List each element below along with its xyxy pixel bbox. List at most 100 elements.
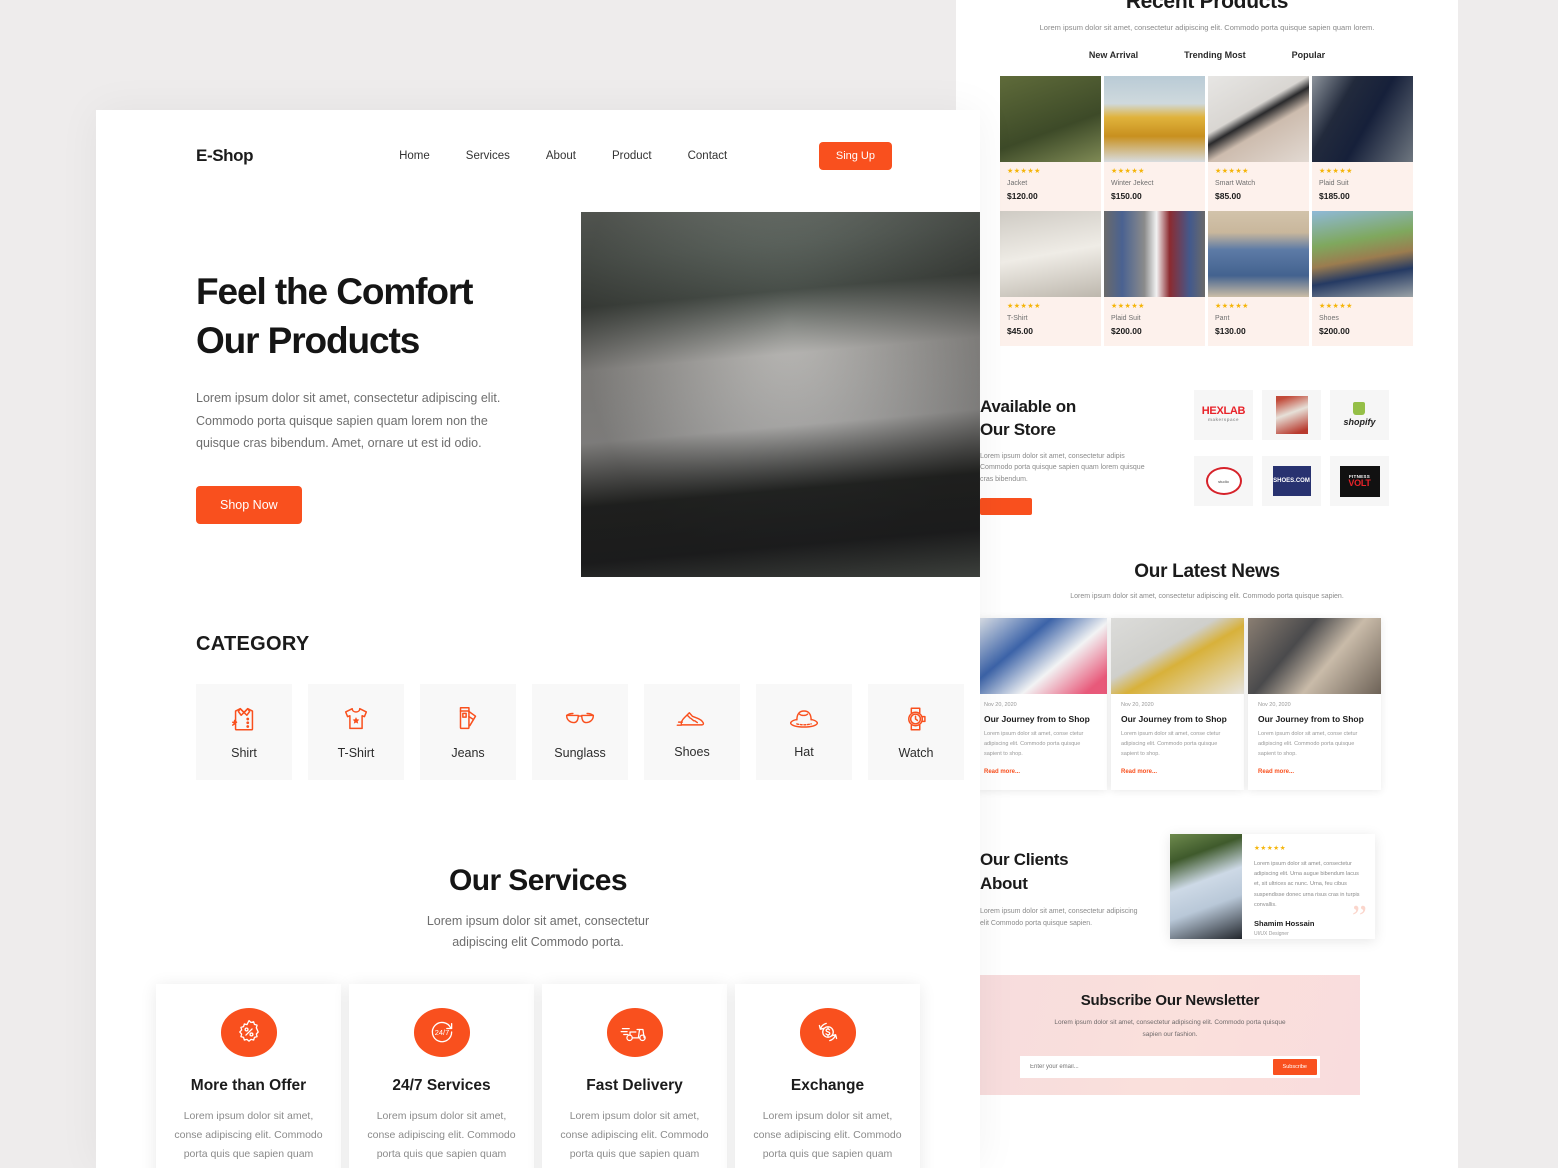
category-item-shirt[interactable]: Shirt: [196, 684, 292, 780]
product-price: $200.00: [1111, 325, 1142, 336]
product-image: [1000, 210, 1101, 297]
product-card[interactable]: ★★★★★ Winter Jekect $150.00: [1104, 75, 1205, 211]
category-label: Jeans: [451, 746, 485, 760]
service-card[interactable]: More than Offer Lorem ipsum dolor sit am…: [156, 984, 341, 1168]
brand-logo-shoes-com[interactable]: SHOES.COM: [1262, 456, 1321, 507]
testimonial-stars: ★★★★★: [1254, 845, 1287, 853]
product-image: [1208, 75, 1309, 162]
watch-icon: [901, 704, 931, 734]
product-name: T-Shirt: [1007, 314, 1028, 322]
nav-link-contact[interactable]: Contact: [688, 150, 728, 162]
service-text: Lorem ipsum dolor sit amet, conse adipis…: [367, 1109, 516, 1168]
nav-link-product[interactable]: Product: [612, 150, 652, 162]
service-title: 24/7 Services: [392, 1076, 491, 1094]
store-description: Lorem ipsum dolor sit amet, consectetur …: [980, 452, 1145, 484]
money-exchange-icon: [799, 1008, 856, 1057]
right-page-panel: Recent Products Lorem ipsum dolor sit am…: [956, 0, 1458, 1168]
product-price: $200.00: [1319, 325, 1350, 336]
rating-stars: ★★★★★: [1319, 302, 1353, 310]
news-card[interactable]: Nov 20, 2020 Our Journey from to Shop Lo…: [974, 618, 1107, 791]
store-title: Available on Our Store: [980, 396, 1190, 442]
store-logo-grid: HEXLAB makerspace shopify studio SHOES.C…: [1194, 389, 1389, 516]
rating-stars: ★★★★★: [1215, 302, 1249, 310]
product-image: [1104, 75, 1205, 162]
category-item-watch[interactable]: Watch: [868, 684, 964, 780]
nav-link-home[interactable]: Home: [399, 150, 430, 162]
brand-logo-shopify[interactable]: shopify: [1330, 389, 1389, 440]
category-item-jeans[interactable]: Jeans: [420, 684, 516, 780]
news-date: Nov 20, 2020: [1258, 702, 1291, 709]
quote-mark-icon: ”: [1351, 899, 1367, 937]
studio-badge-icon: studio: [1205, 467, 1242, 496]
service-card[interactable]: 24/7 24/7 Services Lorem ipsum dolor sit…: [349, 984, 534, 1168]
product-name: Plaid Suit: [1319, 179, 1349, 187]
shopify-name: shopify: [1343, 417, 1376, 428]
product-card[interactable]: ★★★★★ Jacket $120.00: [1000, 75, 1101, 211]
news-read-more-link[interactable]: Read more...: [1121, 769, 1157, 775]
product-card[interactable]: ★★★★★ Pant $130.00: [1208, 210, 1309, 346]
brand-logo-magazine[interactable]: [1262, 389, 1321, 440]
tab-popular[interactable]: Popular: [1292, 50, 1326, 60]
hexlab-tagline: makerspace: [1207, 417, 1240, 423]
nav-link-about[interactable]: About: [546, 150, 576, 162]
newsletter-email-input[interactable]: [1030, 1063, 1273, 1070]
product-image: [1104, 210, 1205, 297]
brand-logo-hexlab[interactable]: HEXLAB makerspace: [1194, 389, 1253, 440]
news-read-more-link[interactable]: Read more...: [984, 769, 1020, 775]
site-logo[interactable]: E-Shop: [196, 146, 253, 166]
service-card[interactable]: Exchange Lorem ipsum dolor sit amet, con…: [735, 984, 920, 1168]
product-image: [1000, 75, 1101, 162]
category-label: Shoes: [674, 745, 710, 759]
newsletter-subscribe-button[interactable]: Subscribe: [1272, 1058, 1317, 1075]
sign-up-button[interactable]: Sing Up: [818, 142, 892, 170]
hero-section: Feel the Comfort Our Products Lorem ipsu…: [96, 170, 980, 577]
store-title-line1: Available on: [980, 396, 1076, 416]
shop-now-button[interactable]: Shop Now: [196, 486, 302, 525]
product-price: $130.00: [1215, 325, 1246, 336]
product-card[interactable]: ★★★★★ Shoes $200.00: [1312, 210, 1413, 346]
discount-badge-icon: [220, 1008, 277, 1057]
product-card[interactable]: ★★★★★ T-Shirt $45.00: [1000, 210, 1101, 346]
testimonial-avatar: [1170, 834, 1242, 940]
store-cta-button[interactable]: [980, 498, 1032, 516]
news-excerpt: Lorem ipsum dolor sit amet, conse ctetur…: [1121, 731, 1221, 758]
services-heading: Our Services: [449, 864, 628, 897]
design-mockup-canvas: Recent Products Lorem ipsum dolor sit am…: [0, 0, 1558, 1168]
rating-stars: ★★★★★: [1007, 302, 1041, 310]
category-item-shoes[interactable]: Shoes: [644, 684, 740, 780]
recent-products-heading: Recent Products: [1125, 0, 1289, 13]
latest-news-subheading: Lorem ipsum dolor sit amet, consectetur …: [1070, 593, 1344, 601]
news-card[interactable]: Nov 20, 2020 Our Journey from to Shop Lo…: [1248, 618, 1381, 791]
store-title-line2: Our Store: [980, 419, 1056, 439]
tab-new-arrival[interactable]: New Arrival: [1089, 50, 1138, 60]
clock-24-7-icon: 24/7: [413, 1008, 470, 1057]
product-name: Smart Watch: [1215, 179, 1256, 187]
category-item-tshirt[interactable]: T-Shirt: [308, 684, 404, 780]
testimonial-heading-line1: Our Clients: [980, 850, 1069, 870]
news-image: [1248, 618, 1381, 695]
brand-logo-fitness-volt[interactable]: FITNESS VOLT: [1330, 456, 1389, 507]
service-card[interactable]: Fast Delivery Lorem ipsum dolor sit amet…: [542, 984, 727, 1168]
tab-trending-most[interactable]: Trending Most: [1184, 50, 1246, 60]
category-label: Shirt: [231, 746, 257, 760]
service-title: Fast Delivery: [586, 1076, 683, 1094]
left-page-panel: E-Shop Home Services About Product Conta…: [96, 110, 980, 1168]
product-card[interactable]: ★★★★★ Plaid Suit $185.00: [1312, 75, 1413, 211]
news-excerpt: Lorem ipsum dolor sit amet, conse ctetur…: [984, 731, 1084, 758]
product-grid: ★★★★★ Jacket $120.00 ★★★★★ Winter Jekect…: [956, 75, 1458, 346]
nav-link-services[interactable]: Services: [466, 150, 510, 162]
news-card[interactable]: Nov 20, 2020 Our Journey from to Shop Lo…: [1111, 618, 1244, 791]
category-label: Sunglass: [554, 746, 606, 760]
product-card[interactable]: ★★★★★ Plaid Suit $200.00: [1104, 210, 1205, 346]
product-price: $120.00: [1007, 190, 1038, 201]
service-text: Lorem ipsum dolor sit amet, conse adipis…: [753, 1109, 902, 1168]
product-card[interactable]: ★★★★★ Smart Watch $85.00: [1208, 75, 1309, 211]
news-title: Our Journey from to Shop: [1121, 714, 1227, 725]
category-item-sunglass[interactable]: Sunglass: [532, 684, 628, 780]
brand-logo-studio-badge[interactable]: studio: [1194, 456, 1253, 507]
news-title: Our Journey from to Shop: [984, 714, 1090, 725]
news-read-more-link[interactable]: Read more...: [1258, 769, 1294, 775]
news-date: Nov 20, 2020: [984, 702, 1017, 709]
category-item-hat[interactable]: Hat: [756, 684, 852, 780]
testimonial-card: ★★★★★ Lorem ipsum dolor sit amet, consec…: [1170, 834, 1375, 940]
